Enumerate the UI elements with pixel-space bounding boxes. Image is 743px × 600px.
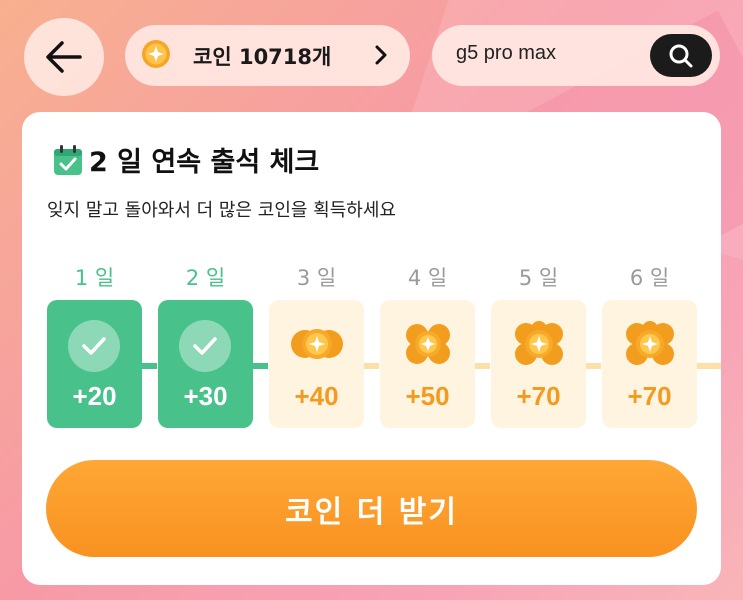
day-tile-6: +70 bbox=[602, 300, 697, 428]
checkmark-icon bbox=[179, 320, 231, 372]
day-reward: +30 bbox=[183, 381, 228, 411]
day-label: 4 일 bbox=[407, 266, 448, 290]
coin-balance-button[interactable]: 코인 10718개 bbox=[125, 25, 410, 86]
day-tile-1: +20 bbox=[47, 300, 142, 428]
day-reward: +40 bbox=[294, 381, 339, 411]
day-reward: +70 bbox=[516, 381, 561, 411]
checkin-title-row: 2 일 연속 출석 체크 bbox=[53, 140, 319, 179]
day-tile-2: +30 bbox=[158, 300, 253, 428]
coin-stack-icon bbox=[491, 314, 586, 374]
day-label: 6 일 bbox=[629, 266, 670, 290]
day-label: 3 일 bbox=[296, 266, 337, 290]
coin-icon bbox=[141, 39, 171, 73]
coin-balance-label: 코인 10718개 bbox=[193, 44, 332, 69]
checkmark-icon bbox=[68, 320, 120, 372]
checkin-title: 2 일 연속 출석 체크 bbox=[89, 147, 320, 178]
chevron-right-icon bbox=[374, 42, 388, 72]
back-arrow-icon bbox=[46, 41, 82, 73]
day-label: 5 일 bbox=[518, 266, 559, 290]
get-more-coins-button[interactable]: 코인 더 받기 bbox=[46, 460, 697, 557]
day-label: 1 일 bbox=[74, 266, 115, 290]
coin-stack-icon bbox=[269, 314, 364, 374]
back-button[interactable] bbox=[24, 18, 104, 96]
coin-stack-icon bbox=[380, 314, 475, 374]
day-reward: +70 bbox=[627, 381, 672, 411]
search-button[interactable] bbox=[650, 34, 712, 77]
day-tile-5: +70 bbox=[491, 300, 586, 428]
day-reward: +20 bbox=[72, 381, 117, 411]
day-label: 2 일 bbox=[185, 266, 226, 290]
calendar-check-icon bbox=[54, 144, 82, 175]
search-input-value[interactable]: g5 pro max bbox=[456, 42, 556, 65]
day-tile-4: +50 bbox=[380, 300, 475, 428]
checkin-subtitle: 잊지 말고 돌아와서 더 많은 코인을 획득하세요 bbox=[47, 200, 396, 221]
day-reward: +50 bbox=[405, 381, 450, 411]
day-tile-3: +40 bbox=[269, 300, 364, 428]
search-field[interactable]: g5 pro max bbox=[432, 25, 720, 86]
search-icon bbox=[669, 44, 693, 67]
coin-stack-icon bbox=[602, 314, 697, 374]
checkin-card: 2 일 연속 출석 체크 잊지 말고 돌아와서 더 많은 코인을 획득하세요 1… bbox=[22, 112, 721, 585]
